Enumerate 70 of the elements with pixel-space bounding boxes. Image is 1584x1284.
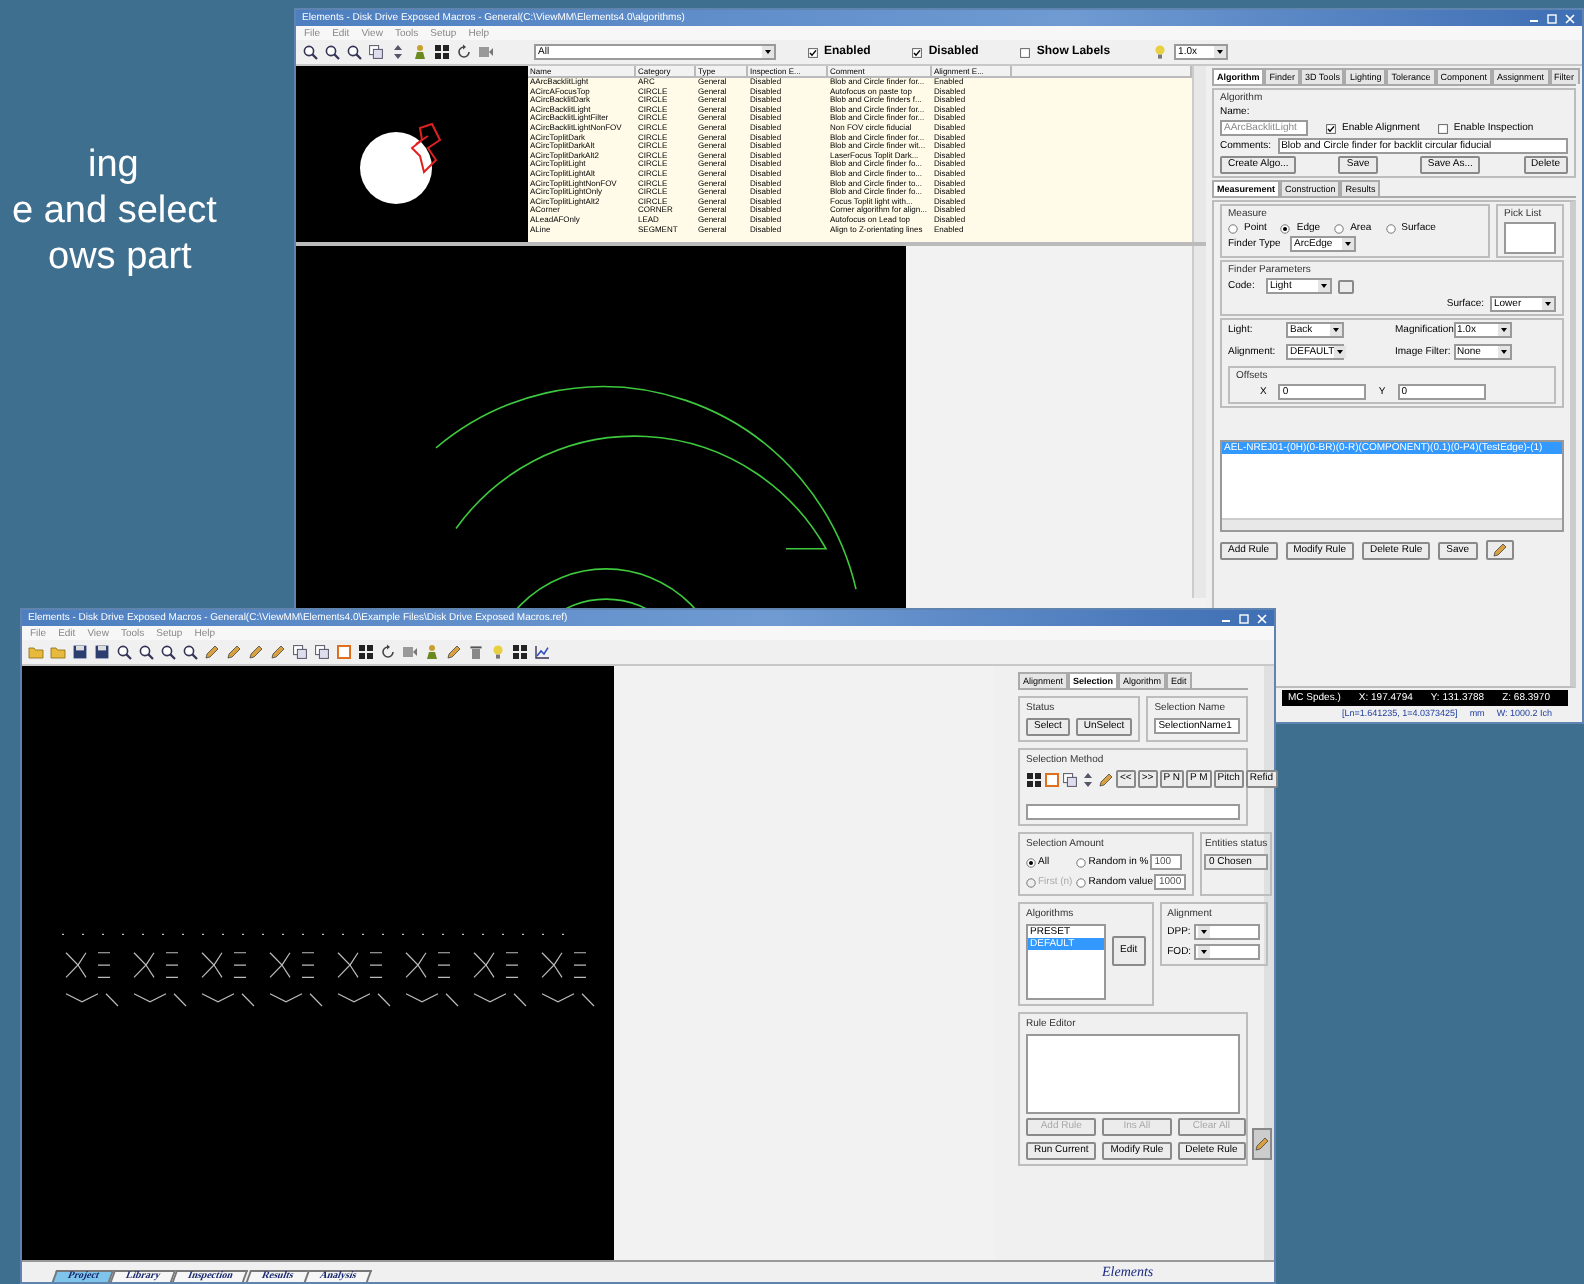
- bulb-icon[interactable]: [490, 644, 506, 660]
- maximize-icon[interactable]: [1546, 13, 1558, 23]
- film-icon[interactable]: [478, 44, 494, 60]
- radio-button[interactable]: [1076, 857, 1087, 867]
- magnifier-icon[interactable]: [160, 644, 176, 660]
- caret-icon: [1318, 280, 1330, 292]
- radio-button[interactable]: [1280, 223, 1291, 233]
- caret-icon: [1497, 346, 1509, 358]
- close-icon[interactable]: [1256, 613, 1268, 623]
- magnifier-icon[interactable]: [138, 644, 154, 660]
- caret-icon: [1542, 298, 1554, 310]
- scrollbar[interactable]: [1192, 66, 1206, 242]
- checkbox[interactable]: [1437, 123, 1448, 133]
- checkbox[interactable]: [912, 47, 923, 57]
- edit-button[interactable]: [1485, 540, 1514, 560]
- scrollbar[interactable]: [1192, 246, 1206, 598]
- rule-editor-field[interactable]: [1026, 1034, 1240, 1114]
- slide-text: ing: [86, 144, 141, 186]
- layers-icon[interactable]: [1062, 771, 1078, 787]
- maximize-icon[interactable]: [1238, 613, 1250, 623]
- caret-icon: [1497, 324, 1509, 336]
- radio-button[interactable]: [1334, 223, 1345, 233]
- pencil-icon[interactable]: [1098, 771, 1114, 787]
- caret-icon: [1330, 324, 1342, 336]
- radio-button[interactable]: [1228, 223, 1238, 233]
- slide-text: ows part: [46, 236, 194, 278]
- grid-icon[interactable]: [434, 44, 450, 60]
- layers-icon[interactable]: [368, 44, 384, 60]
- trash-icon[interactable]: [468, 644, 484, 660]
- pencil-icon: [1253, 1136, 1270, 1152]
- magnifier-icon[interactable]: [116, 644, 132, 660]
- slide-text: e and select: [10, 190, 217, 232]
- caret-icon: [762, 46, 774, 58]
- pick-list[interactable]: [1504, 222, 1556, 254]
- magnifier-icon[interactable]: [346, 44, 362, 60]
- dropdown[interactable]: [1193, 924, 1260, 940]
- rotate-icon[interactable]: [380, 644, 396, 660]
- grid-icon[interactable]: [358, 644, 374, 660]
- grid-icon[interactable]: [1026, 771, 1042, 787]
- square-icon[interactable]: [336, 644, 352, 660]
- arrows-icon[interactable]: [1080, 771, 1096, 787]
- person-icon[interactable]: [412, 44, 428, 60]
- radio-button[interactable]: [1076, 877, 1087, 887]
- checkbox[interactable]: [1326, 123, 1336, 133]
- checkbox[interactable]: [808, 47, 818, 57]
- close-icon[interactable]: [1564, 13, 1576, 23]
- edit-button[interactable]: [1251, 1128, 1272, 1160]
- pencil-icon: [1491, 542, 1508, 558]
- magnifier-icon[interactable]: [182, 644, 198, 660]
- caret-icon: [1197, 946, 1210, 958]
- selection-field[interactable]: [1026, 804, 1240, 820]
- magnifier-icon[interactable]: [324, 44, 340, 60]
- rotate-icon[interactable]: [456, 44, 472, 60]
- caret-icon: [1342, 238, 1354, 250]
- radio-button[interactable]: [1026, 857, 1036, 867]
- chart-icon[interactable]: [534, 644, 550, 660]
- caret-icon: [1214, 46, 1227, 58]
- arrows-icon[interactable]: [390, 44, 406, 60]
- grid-icon[interactable]: [512, 644, 528, 660]
- dropdown[interactable]: [1193, 944, 1260, 960]
- magnifier-icon[interactable]: [302, 44, 318, 60]
- person-icon[interactable]: [424, 644, 440, 660]
- caret-icon: [1334, 346, 1347, 358]
- caret-icon: [1197, 926, 1210, 938]
- radio-button[interactable]: [1385, 223, 1396, 233]
- pencil-icon[interactable]: [446, 644, 462, 660]
- browse-button[interactable]: [1338, 279, 1354, 293]
- bulb-icon[interactable]: [1152, 44, 1169, 60]
- film-icon[interactable]: [402, 644, 418, 660]
- checkbox[interactable]: [1020, 47, 1031, 57]
